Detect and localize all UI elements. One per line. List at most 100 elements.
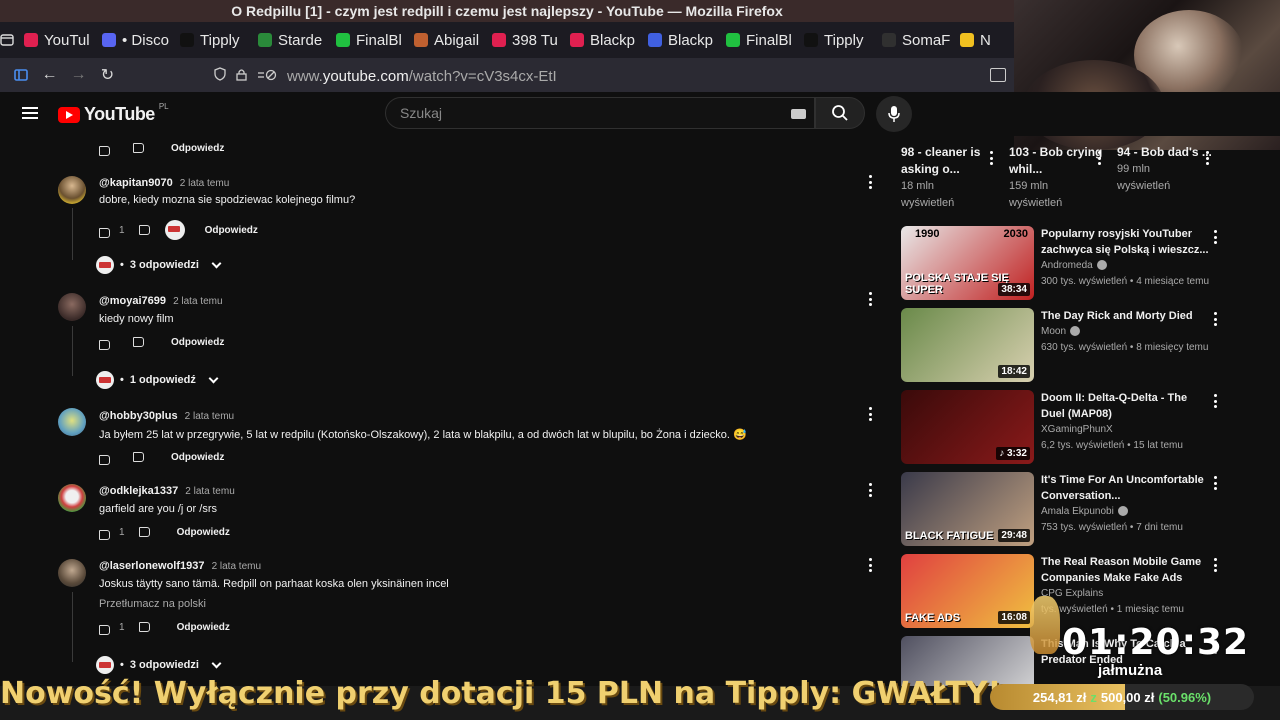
comment-author[interactable]: @laserlonewolf1937 — [99, 560, 205, 572]
reader-view-icon[interactable] — [990, 68, 1006, 82]
recommended-video[interactable]: FAKE ADS 16:08 The Real Reason Mobile Game… — [901, 554, 1231, 630]
menu-icon[interactable] — [22, 107, 38, 119]
forward-icon[interactable]: → — [64, 61, 93, 89]
video-thumbnail[interactable]: FAKE ADS 16:08 — [901, 554, 1034, 628]
channel-name[interactable]: Amala Ekpunobi — [1041, 506, 1128, 517]
shield-icon[interactable] — [214, 67, 226, 85]
permissions-icon[interactable] — [257, 68, 277, 85]
video-menu-icon[interactable] — [1214, 476, 1218, 490]
browser-tab[interactable]: FinalBl — [326, 22, 404, 58]
video-menu-icon[interactable] — [1098, 151, 1102, 165]
like-icon[interactable] — [99, 225, 111, 238]
reply-button[interactable]: Odpowiedz — [171, 337, 224, 348]
comment-author[interactable]: @odklejka1337 — [99, 485, 178, 497]
browser-tab[interactable]: Blackp — [638, 22, 716, 58]
replies-toggle[interactable]: • 3 odpowiedzi — [96, 656, 222, 674]
video-menu-icon[interactable] — [1206, 151, 1210, 165]
top-recommendation[interactable]: 103 - Bob crying whil... 159 mln wyświet… — [1009, 144, 1109, 212]
search-input[interactable]: Szukaj — [385, 97, 815, 129]
dislike-icon[interactable] — [133, 452, 145, 463]
video-menu-icon[interactable] — [990, 151, 994, 165]
browser-tab[interactable]: N — [950, 22, 1028, 58]
video-title[interactable]: Doom II: Delta-Q-Delta - The Duel (MAP08… — [1041, 390, 1211, 422]
video-thumbnail[interactable]: 18:42 — [901, 308, 1034, 382]
video-thumbnail[interactable]: BLACK FATIGUE 29:48 — [901, 472, 1034, 546]
recommended-video[interactable]: POLSKA STAJE SIĘ SUPER 1990 2030 38:34 Popul… — [901, 226, 1231, 302]
like-icon[interactable] — [99, 527, 111, 540]
avatar[interactable] — [58, 408, 86, 436]
video-title[interactable]: It's Time For An Uncomfortable Conversat… — [1041, 472, 1211, 504]
top-recommendation[interactable]: 98 - cleaner is asking o... 18 mln wyświ… — [901, 144, 1001, 212]
translate-link[interactable]: Przetłumacz na polski — [99, 598, 206, 610]
like-icon[interactable] — [99, 622, 111, 635]
tab-list-icon[interactable] — [0, 33, 14, 47]
comment-menu-icon[interactable] — [869, 558, 873, 572]
avatar[interactable] — [58, 559, 86, 587]
video-menu-icon[interactable] — [1214, 558, 1218, 572]
sidebar-toggle-icon[interactable] — [6, 61, 35, 89]
browser-tab[interactable]: • Disco — [92, 22, 170, 58]
voice-search-button[interactable] — [876, 96, 912, 132]
comment-menu-icon[interactable] — [869, 407, 873, 421]
reply-button[interactable]: Odpowiedz — [171, 143, 224, 154]
browser-tab[interactable]: YouTul — [14, 22, 92, 58]
reply-button[interactable]: Odpowiedz — [177, 622, 230, 633]
comment-time[interactable]: 2 lata temu — [185, 486, 234, 497]
recommended-video[interactable]: BLACK FATIGUE 29:48 It's Time For An Uncom… — [901, 472, 1231, 548]
lock-icon[interactable] — [236, 68, 247, 85]
comment-author[interactable]: @kapitan9070 — [99, 177, 173, 189]
video-menu-icon[interactable] — [1214, 230, 1218, 244]
dislike-icon[interactable] — [138, 224, 151, 236]
comment-menu-icon[interactable] — [869, 175, 873, 189]
channel-name[interactable]: XGamingPhunX — [1041, 424, 1113, 435]
comment-time[interactable]: 2 lata temu — [180, 178, 229, 189]
video-thumbnail[interactable]: ♪ 3:32 — [901, 390, 1034, 464]
back-icon[interactable]: ← — [35, 61, 64, 89]
comment-time[interactable]: 2 lata temu — [185, 411, 234, 422]
video-thumbnail[interactable]: POLSKA STAJE SIĘ SUPER 1990 2030 38:34 — [901, 226, 1034, 300]
browser-tab[interactable]: FinalBl — [716, 22, 794, 58]
browser-tab[interactable]: 398 Tu — [482, 22, 560, 58]
video-menu-icon[interactable] — [1214, 394, 1218, 408]
browser-tab[interactable]: SomaF — [872, 22, 950, 58]
reply-button[interactable]: Odpowiedz — [171, 452, 224, 463]
top-recommendation[interactable]: 94 - Bob dad's ... 99 mln wyświetleń — [1117, 144, 1217, 195]
search-button[interactable] — [815, 97, 865, 129]
youtube-logo[interactable]: YouTube PL — [58, 102, 169, 125]
recommended-video[interactable]: 18:42 The Day Rick and Morty Died Moon 630 … — [901, 308, 1231, 384]
dislike-icon[interactable] — [138, 622, 151, 633]
avatar[interactable] — [58, 176, 86, 204]
comment-time[interactable]: 2 lata temu — [173, 296, 222, 307]
replies-toggle[interactable]: • 1 odpowiedź — [96, 371, 219, 389]
url-bar[interactable]: www.youtube.com/watch?v=cV3s4cx-EtI — [214, 62, 1014, 90]
like-icon[interactable] — [99, 337, 111, 350]
dislike-icon[interactable] — [133, 143, 145, 154]
browser-tab[interactable]: Starde — [248, 22, 326, 58]
comment-time[interactable]: 2 lata temu — [212, 561, 261, 572]
reload-icon[interactable]: ↻ — [93, 61, 122, 89]
video-title[interactable]: The Real Reason Mobile Game Companies Ma… — [1041, 554, 1211, 586]
avatar[interactable] — [58, 484, 86, 512]
like-icon[interactable] — [99, 452, 111, 465]
dislike-icon[interactable] — [133, 337, 145, 348]
channel-name[interactable]: Moon — [1041, 326, 1081, 337]
comment-menu-icon[interactable] — [869, 292, 873, 306]
video-title[interactable]: The Day Rick and Morty Died — [1041, 308, 1211, 324]
dislike-icon[interactable] — [138, 527, 151, 538]
reply-button[interactable]: Odpowiedz — [205, 225, 258, 236]
recommended-video[interactable]: ♪ 3:32 Doom II: Delta-Q-Delta - The Duel … — [901, 390, 1231, 466]
avatar[interactable] — [58, 293, 86, 321]
video-title[interactable]: Popularny rosyjski YouTuber zachwyca się… — [1041, 226, 1211, 258]
comment-author[interactable]: @hobby30plus — [99, 410, 178, 422]
reply-button[interactable]: Odpowiedz — [177, 527, 230, 538]
browser-tab[interactable]: Blackp — [560, 22, 638, 58]
keyboard-icon[interactable] — [791, 109, 806, 119]
comment-author[interactable]: @moyai7699 — [99, 295, 166, 307]
channel-name[interactable]: Andromeda — [1041, 260, 1107, 271]
browser-tab[interactable]: Abigail — [404, 22, 482, 58]
video-menu-icon[interactable] — [1214, 312, 1218, 326]
browser-tab[interactable]: Tipply — [794, 22, 872, 58]
replies-toggle[interactable]: • 3 odpowiedzi — [96, 256, 222, 274]
comment-menu-icon[interactable] — [869, 483, 873, 497]
browser-tab[interactable]: Tipply — [170, 22, 248, 58]
